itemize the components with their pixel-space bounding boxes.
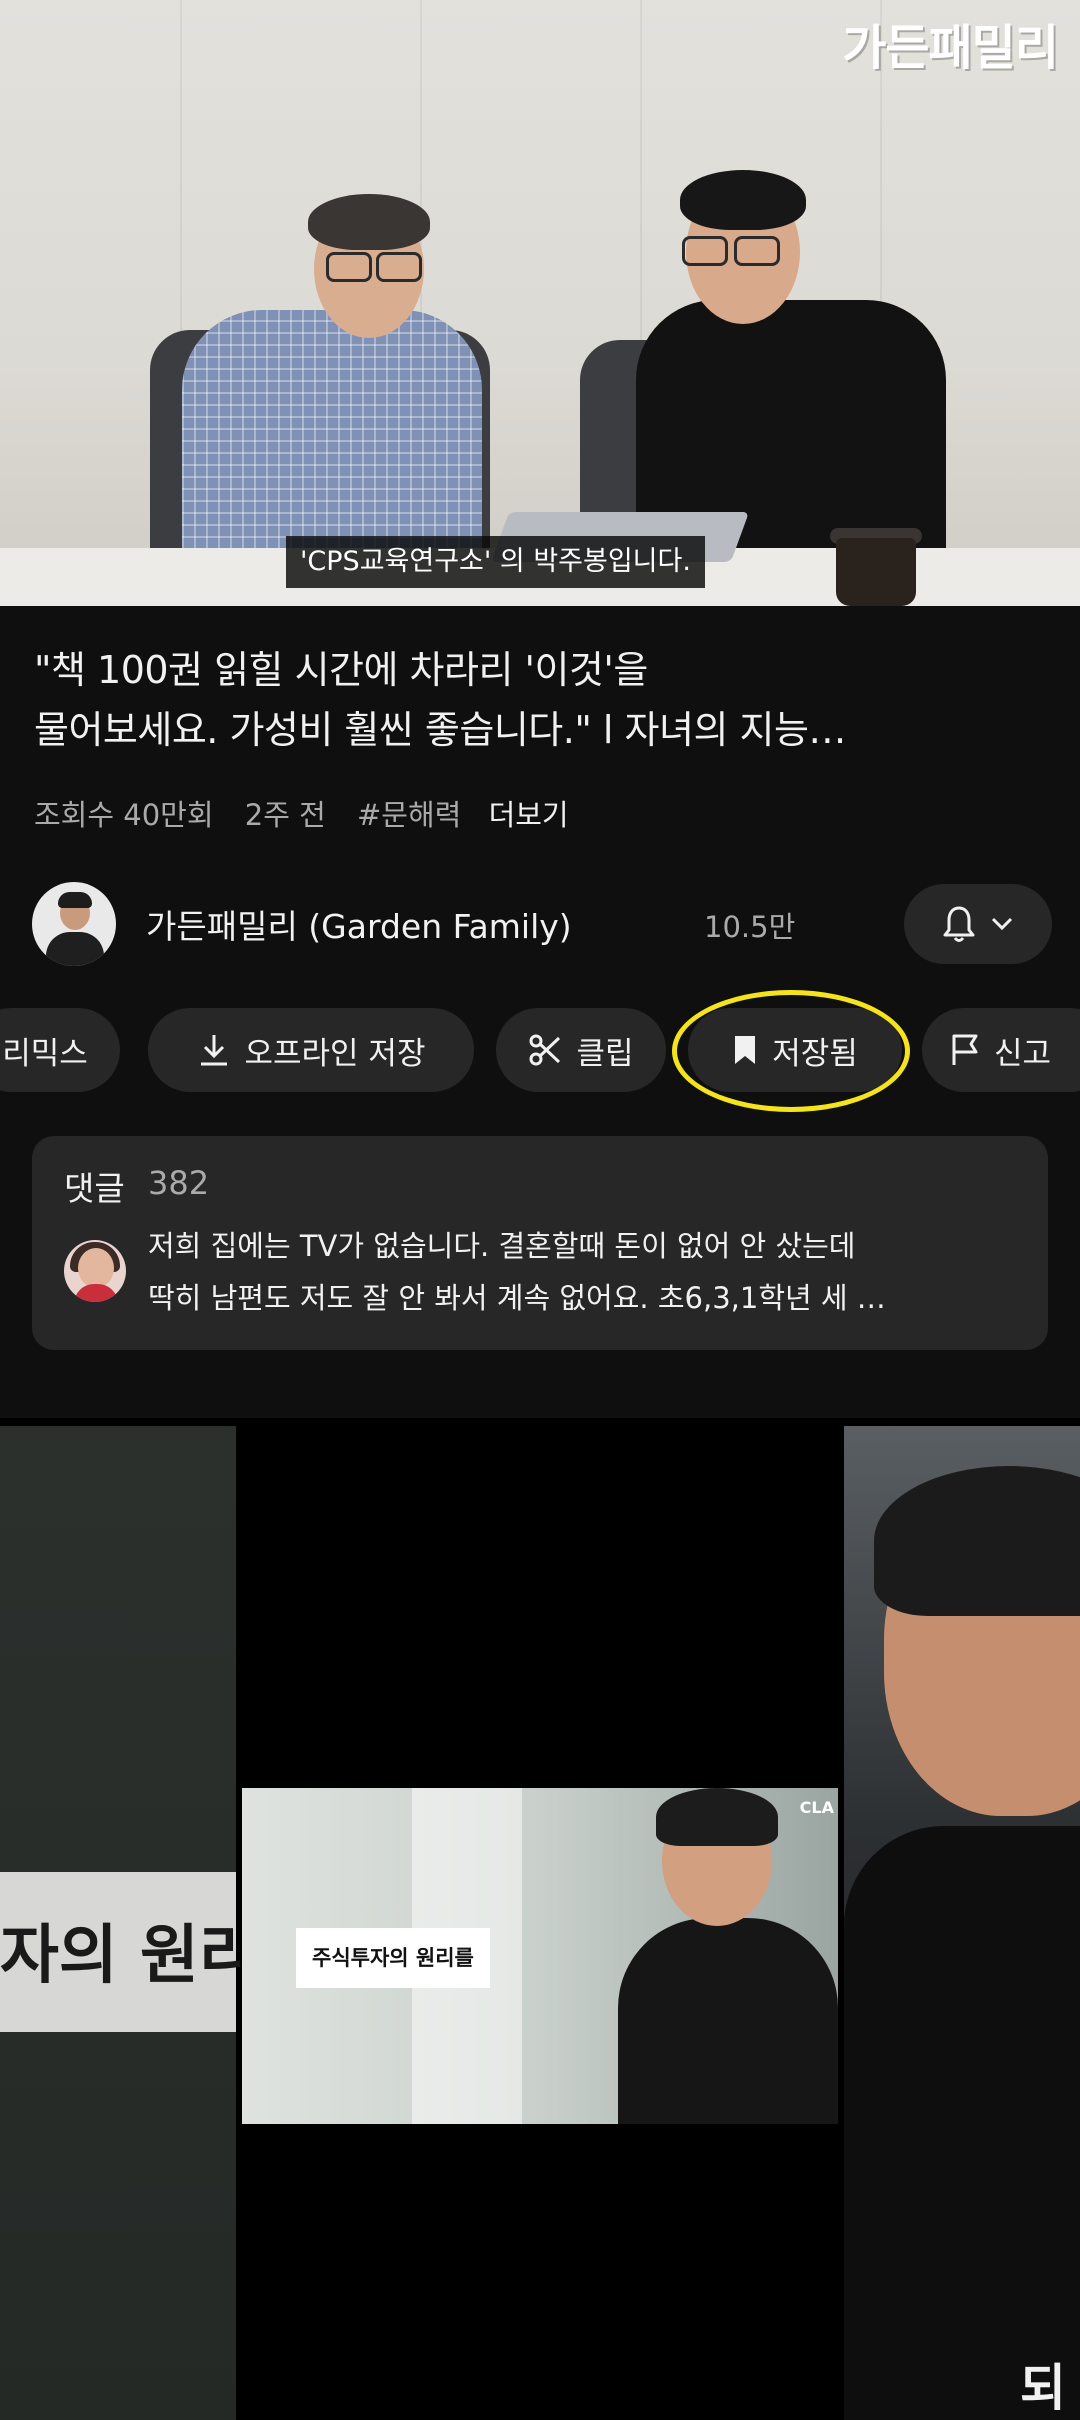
offline-save-button[interactable]: 오프라인 저장 bbox=[148, 1008, 474, 1092]
comment-line: 딱히 남편도 저도 잘 안 봐서 계속 없어요. 초6,3,1학년 세 … bbox=[148, 1281, 886, 1315]
video-title[interactable]: "책 100권 읽힐 시간에 차라리 '이것'을 물어보세요. 가성비 훨씬 좋… bbox=[34, 640, 1054, 760]
preview-left-panel: 자의 원리 bbox=[0, 1426, 258, 2420]
chevron-down-icon bbox=[991, 917, 1013, 931]
subscriber-count: 10.5만 bbox=[704, 910, 796, 944]
clip-label: 클립 bbox=[576, 1035, 634, 1072]
channel-avatar[interactable] bbox=[32, 882, 116, 966]
thumbnail-caption: 주식투자의 원리를 bbox=[296, 1928, 490, 1988]
video-meta[interactable]: 조회수 40만회 2주 전 #문해력 더보기 bbox=[34, 792, 591, 834]
comment-line: 저희 집에는 TV가 없습니다. 결혼할때 돈이 없어 안 샀는데 bbox=[148, 1229, 856, 1263]
comments-title: 댓글 bbox=[64, 1169, 125, 1208]
scissors-icon bbox=[529, 1034, 561, 1066]
subscription-bell-button[interactable] bbox=[904, 884, 1052, 964]
remix-label: 리믹스 bbox=[2, 1035, 88, 1072]
download-icon bbox=[200, 1035, 227, 1066]
comments-panel[interactable]: 댓글 382 저희 집에는 TV가 없습니다. 결혼할때 돈이 없어 안 샀는데… bbox=[32, 1136, 1048, 1350]
saved-highlight-circle bbox=[672, 990, 910, 1112]
clip-button[interactable]: 클립 bbox=[496, 1008, 666, 1092]
channel-name[interactable]: 가든패밀리 (Garden Family) bbox=[146, 900, 572, 948]
preview-edge-text: 되 bbox=[1020, 2359, 1066, 2417]
commenter-avatar bbox=[64, 1240, 126, 1302]
thumbnail-logo: CLA bbox=[799, 1798, 834, 1817]
title-line: 물어보세요. 가성비 훨씬 좋습니다." l 자녀의 지능… bbox=[34, 708, 846, 752]
preview-right-panel bbox=[844, 1426, 1080, 2420]
more-button[interactable]: 더보기 bbox=[489, 798, 569, 832]
preview-overlay-text: 자의 원리 bbox=[0, 1919, 258, 1993]
video-player[interactable]: 가든패밀리 'CPS교육연구소' 의 박주봉입니다. bbox=[0, 0, 1080, 606]
view-count: 조회수 40만회 bbox=[34, 798, 214, 832]
channel-watermark: 가든패밀리 bbox=[842, 20, 1059, 76]
title-line: "책 100권 읽힐 시간에 차라리 '이것'을 bbox=[34, 648, 648, 692]
flag-icon bbox=[952, 1034, 978, 1065]
upload-age: 2주 전 bbox=[244, 798, 326, 832]
top-comment: 저희 집에는 TV가 없습니다. 결혼할때 돈이 없어 안 샀는데 딱히 남편도… bbox=[148, 1220, 1028, 1324]
remix-button[interactable]: 리믹스 bbox=[0, 1008, 120, 1092]
offline-save-label: 오프라인 저장 bbox=[244, 1035, 426, 1072]
report-button[interactable]: 신고 bbox=[922, 1008, 1080, 1092]
report-label: 신고 bbox=[994, 1035, 1052, 1072]
action-bar: 리믹스 오프라인 저장 클립 저장됨 신고 bbox=[0, 1008, 1080, 1094]
cup bbox=[836, 538, 916, 606]
comments-count: 382 bbox=[148, 1164, 210, 1202]
hashtag-link[interactable]: #문해력 bbox=[357, 798, 461, 832]
subtitle-caption: 'CPS교육연구소' 의 박주봉입니다. bbox=[286, 536, 705, 588]
next-video-preview[interactable]: 자의 원리 CLA 주식투자의 원리를 되 bbox=[0, 1418, 1080, 2420]
bell-icon bbox=[943, 906, 975, 942]
channel-row: 가든패밀리 (Garden Family) 10.5만 bbox=[32, 882, 1052, 968]
preview-thumbnail[interactable]: CLA 주식투자의 원리를 bbox=[242, 1788, 838, 2124]
